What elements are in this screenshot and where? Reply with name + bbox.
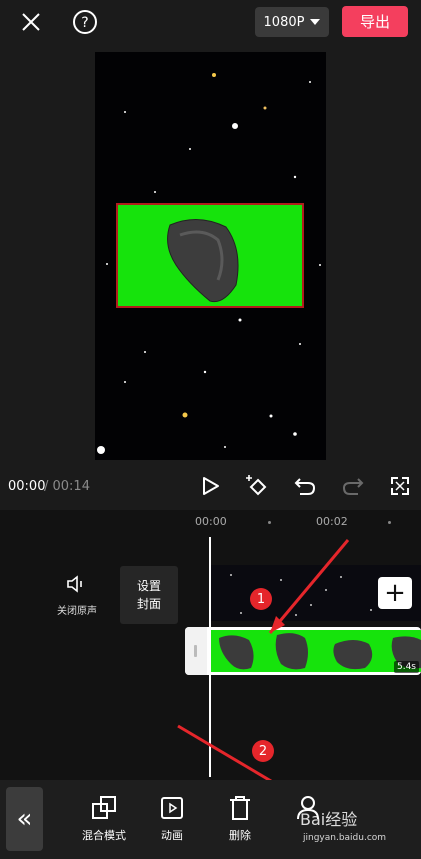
tool-label: 删除 (229, 829, 251, 842)
annotation-marker-1: 1 (250, 588, 272, 610)
tool-blend-mode[interactable]: 混合模式 (76, 795, 132, 843)
tool-label: 混合模式 (82, 829, 126, 842)
tool-delete[interactable]: 删除 (218, 795, 262, 843)
double-chevron-left-icon: « (16, 804, 33, 834)
watermark-url: jingyan.baidu.com (303, 833, 387, 843)
annotation-marker-2: 2 (252, 740, 274, 762)
delete-icon (230, 796, 250, 820)
blend-mode-icon (92, 796, 116, 819)
bottom-toolbar (0, 780, 421, 859)
tool-animation[interactable]: 动画 (150, 795, 194, 843)
watermark-logo: Bai经验 (300, 810, 358, 829)
annotation-arrows (177, 539, 350, 799)
collapse-toolbar-button[interactable]: « (6, 787, 43, 851)
animation-icon (161, 797, 183, 819)
tool-label: 动画 (161, 829, 183, 842)
